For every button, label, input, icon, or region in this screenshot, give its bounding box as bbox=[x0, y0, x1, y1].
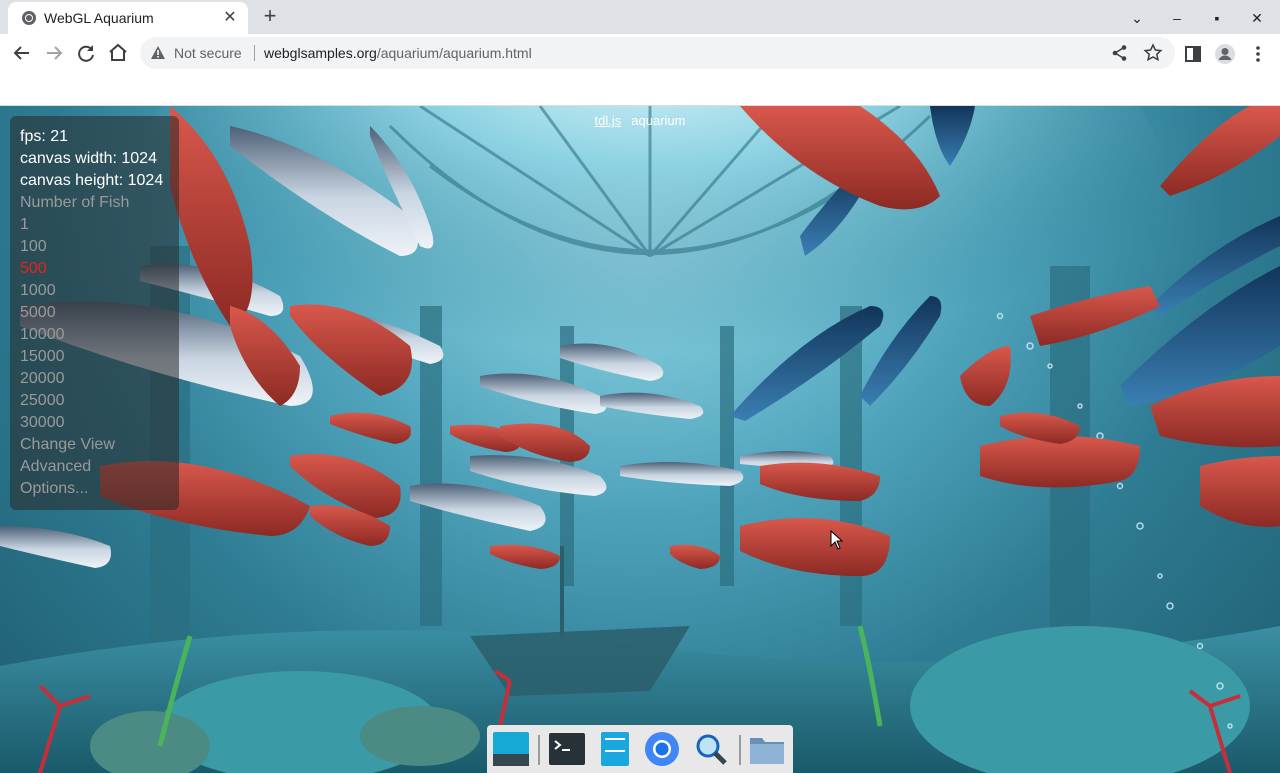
dock-divider bbox=[538, 735, 540, 765]
aquarium-canvas[interactable]: tdl.js aquarium fps: 21 canvas width: 102… bbox=[0, 106, 1280, 773]
forward-icon[interactable] bbox=[42, 41, 66, 65]
close-window-button[interactable]: ✕ bbox=[1247, 8, 1267, 28]
change-view-option[interactable]: Change View bbox=[20, 436, 115, 454]
canvas-width-readout: canvas width: 1024 bbox=[20, 150, 157, 167]
menu-icon[interactable] bbox=[1247, 43, 1269, 65]
star-icon[interactable] bbox=[1143, 43, 1163, 63]
share-icon[interactable] bbox=[1110, 43, 1130, 63]
tdl-link[interactable]: tdl.js bbox=[595, 113, 622, 128]
fish-option-1000[interactable]: 1000 bbox=[20, 282, 56, 300]
chromium-icon[interactable] bbox=[642, 730, 682, 768]
fish-option-25000[interactable]: 25000 bbox=[20, 392, 65, 410]
browser-toolbar: Not secure webglsamples.org/aquarium/aqu… bbox=[0, 34, 1280, 72]
fish-option-30000[interactable]: 30000 bbox=[20, 414, 65, 432]
fish-option-5000[interactable]: 5000 bbox=[20, 304, 56, 322]
canvas-height-readout: canvas height: 1024 bbox=[20, 172, 164, 189]
desktop-icon[interactable] bbox=[491, 730, 531, 768]
back-icon[interactable] bbox=[10, 41, 34, 65]
fish-option-15000[interactable]: 15000 bbox=[20, 348, 65, 366]
fish-option-100[interactable]: 100 bbox=[20, 238, 47, 256]
aquarium-scene-graphic bbox=[0, 106, 1280, 773]
taskbar-dock bbox=[487, 725, 793, 773]
options-option[interactable]: Options... bbox=[20, 480, 88, 498]
security-label[interactable]: Not secure bbox=[174, 45, 242, 61]
reload-icon[interactable] bbox=[74, 41, 98, 65]
address-bar[interactable]: Not secure webglsamples.org/aquarium/aqu… bbox=[140, 37, 1175, 69]
dock-divider bbox=[739, 735, 741, 765]
url-text[interactable]: webglsamples.org/aquarium/aquarium.html bbox=[264, 45, 532, 61]
fish-option-1[interactable]: 1 bbox=[20, 216, 29, 234]
files-icon[interactable] bbox=[595, 730, 635, 768]
tab-search-icon[interactable]: ⌄ bbox=[1127, 8, 1147, 28]
search-icon[interactable] bbox=[691, 730, 731, 768]
globe-icon bbox=[22, 11, 36, 25]
tab-title: WebGL Aquarium bbox=[44, 10, 154, 26]
bookmarks-bar bbox=[0, 72, 1280, 106]
divider bbox=[254, 45, 255, 61]
tab-strip: WebGL Aquarium ✕ + ⌄ – ▪ ✕ bbox=[0, 0, 1280, 34]
tab-webgl-aquarium[interactable]: WebGL Aquarium ✕ bbox=[8, 2, 248, 34]
warning-icon[interactable] bbox=[150, 45, 166, 61]
url-path: /aquarium/aquarium.html bbox=[376, 45, 532, 61]
fish-option-20000[interactable]: 20000 bbox=[20, 370, 65, 388]
maximize-button[interactable]: ▪ bbox=[1207, 8, 1227, 28]
minimize-button[interactable]: – bbox=[1167, 8, 1187, 28]
page-header: tdl.js aquarium bbox=[0, 113, 1280, 128]
tab-close-icon[interactable]: ✕ bbox=[220, 8, 240, 28]
fish-option-10000[interactable]: 10000 bbox=[20, 326, 65, 344]
control-panel: fps: 21 canvas width: 1024 canvas height… bbox=[10, 116, 179, 510]
fps-readout: fps: 21 bbox=[20, 128, 69, 145]
terminal-icon[interactable] bbox=[547, 730, 587, 768]
url-host: webglsamples.org bbox=[264, 45, 377, 61]
advanced-option[interactable]: Advanced bbox=[20, 458, 91, 476]
profile-icon[interactable] bbox=[1214, 43, 1236, 65]
fish-option-500[interactable]: 500 bbox=[20, 260, 47, 278]
folder-icon[interactable] bbox=[747, 730, 787, 768]
side-panel-icon[interactable] bbox=[1182, 43, 1204, 65]
mouse-cursor-icon bbox=[830, 530, 844, 550]
header-title: aquarium bbox=[631, 113, 686, 128]
new-tab-button[interactable]: + bbox=[259, 5, 281, 27]
fish-count-heading: Number of Fish bbox=[20, 194, 130, 211]
home-icon[interactable] bbox=[106, 41, 130, 65]
